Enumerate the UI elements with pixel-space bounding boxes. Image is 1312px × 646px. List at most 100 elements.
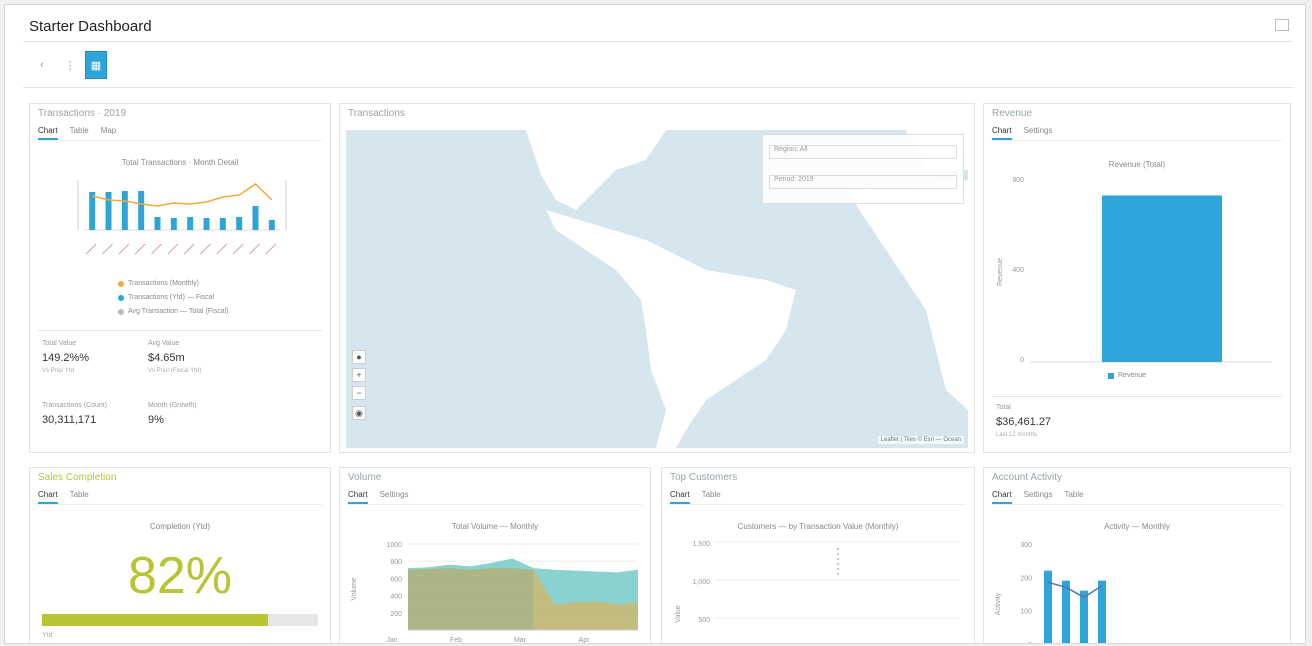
panel-title: Transactions · 2019 — [38, 108, 127, 119]
tab-chart[interactable]: Chart — [992, 126, 1012, 140]
y-tick: 500 — [698, 617, 710, 624]
x-tick-mark — [183, 243, 195, 255]
chart-title: Total Transactions · Month Detail — [121, 158, 239, 167]
tab-settings[interactable]: Settings — [380, 490, 409, 504]
x-tick-mark — [134, 243, 146, 255]
y-tick: 1000 — [386, 542, 402, 549]
bar — [236, 217, 243, 230]
stat-sub: Vs Prior (Fiscal Ytd) — [148, 368, 202, 374]
region-filter[interactable]: Region: All — [769, 145, 957, 159]
x-tick: Apr — [579, 637, 591, 644]
dashboard-window: Starter Dashboard ‹ ⋮ ▦ Transactions · 2… — [4, 4, 1306, 644]
tab-table[interactable]: Table — [70, 126, 89, 140]
tab-chart[interactable]: Chart — [38, 490, 58, 504]
y-tick: 1,500 — [692, 541, 710, 548]
tab-table[interactable]: Table — [1064, 490, 1083, 504]
more-button[interactable]: ⋮ — [59, 51, 81, 79]
toolbar: ‹ ⋮ ▦ — [23, 43, 1293, 88]
tab-chart[interactable]: Chart — [348, 490, 368, 504]
bar — [187, 217, 194, 230]
x-tick-mark — [85, 243, 97, 255]
bar — [89, 192, 96, 230]
locate-button[interactable]: ◉ — [352, 406, 366, 420]
page-title: Starter Dashboard — [29, 18, 152, 35]
stat-sub: Last 12 months — [996, 432, 1038, 438]
tab-chart[interactable]: Chart — [38, 126, 58, 140]
y-axis-label: Value — [675, 605, 682, 622]
tab-table[interactable]: Table — [702, 490, 721, 504]
y-tick: 800 — [390, 559, 402, 566]
series-line — [91, 183, 273, 207]
y-axis-label: Volume — [351, 577, 358, 600]
x-tick-mark — [216, 243, 228, 255]
divider — [38, 330, 322, 331]
stat-label: Avg Value — [148, 340, 180, 347]
tab-chart[interactable]: Chart — [670, 490, 690, 504]
y-tick: 0 — [1028, 642, 1032, 644]
customers-chart: 1,500 1,000 500 Value — [675, 541, 960, 624]
volume-panel: Volume Chart Settings Total Volume — Mon… — [339, 467, 651, 644]
panel-tabs: Chart Table Map — [38, 126, 322, 141]
x-tick-mark — [265, 243, 277, 255]
bar — [268, 220, 275, 230]
panel-tabs: Chart Settings — [348, 490, 642, 505]
tab-chart[interactable]: Chart — [992, 490, 1012, 504]
chart-title: Revenue (Total) — [1108, 160, 1166, 169]
completion-value: 82% — [127, 547, 233, 605]
combo-chart — [77, 180, 287, 255]
bar — [219, 218, 226, 230]
y-tick: 0 — [1020, 357, 1024, 364]
revenue-panel: Revenue Chart Settings Revenue (Total) 8… — [983, 103, 1291, 453]
zoom-in-button[interactable]: + — [352, 368, 366, 382]
customers-panel: Top Customers Chart Table Customers — by… — [661, 467, 975, 643]
y-axis-label: Activity — [995, 592, 1002, 615]
stat-label: Transactions (Count) — [42, 402, 108, 409]
y-tick: 200 — [1020, 575, 1032, 582]
tab-map[interactable]: Map — [101, 126, 117, 140]
bar — [121, 191, 128, 230]
chart-title: Activity — Monthly — [1104, 522, 1170, 531]
panel-title: Account Activity — [992, 472, 1063, 483]
stat-label: Total — [996, 404, 1011, 411]
area-chart: Volume Jan Feb Mar Apr 1000 800 600 400 200 — [351, 542, 638, 644]
period-filter[interactable]: Period: 2019 — [769, 175, 957, 189]
bar — [1102, 195, 1222, 362]
divider — [992, 396, 1282, 397]
bar — [1080, 590, 1088, 643]
map-filter-box: Region: All Period: 2019 — [762, 134, 964, 204]
progress-track — [42, 614, 318, 626]
dashboard-view-button[interactable]: ▦ — [85, 51, 107, 79]
progress-fill — [42, 614, 269, 626]
tab-settings[interactable]: Settings — [1024, 126, 1053, 140]
transactions-panel: Transactions · 2019 Chart Table Map Tota… — [29, 103, 331, 453]
stat-value: 30,311,171 — [42, 414, 97, 426]
panel-title: Volume — [348, 472, 382, 483]
stat-value: $36,461.27 — [996, 416, 1052, 428]
activity-chart: Activity 300 200 100 0 — [995, 542, 1106, 644]
back-button[interactable]: ‹ — [31, 51, 53, 79]
panel-title: Revenue — [992, 108, 1033, 119]
panel-tabs: Chart Table — [670, 490, 966, 505]
x-tick-mark — [102, 243, 113, 255]
bar — [252, 206, 259, 230]
tab-settings[interactable]: Settings — [1024, 490, 1053, 504]
series-line — [1047, 581, 1103, 599]
bar — [138, 191, 145, 230]
map-layer-button[interactable]: ● — [352, 350, 366, 364]
stat-value: 149.2%% — [42, 352, 90, 364]
bar — [105, 192, 112, 230]
map-canvas[interactable]: Region: All Period: 2019 ● + − ◉ Leaflet… — [346, 130, 968, 448]
expand-icon[interactable] — [1275, 19, 1289, 31]
bar — [1044, 570, 1052, 643]
y-tick: 400 — [390, 594, 402, 601]
bar — [203, 218, 210, 230]
zoom-out-button[interactable]: − — [352, 386, 366, 400]
progress-footer: Ytd — [42, 632, 53, 639]
bar — [1062, 580, 1070, 643]
x-tick-mark — [151, 243, 162, 255]
bar — [1098, 580, 1106, 643]
x-tick-mark — [249, 243, 260, 255]
y-axis-label: Revenue — [997, 258, 1004, 286]
tab-table[interactable]: Table — [70, 490, 89, 504]
map-attribution: Leaflet | Tiles © Esri — Ocean — [877, 436, 964, 444]
